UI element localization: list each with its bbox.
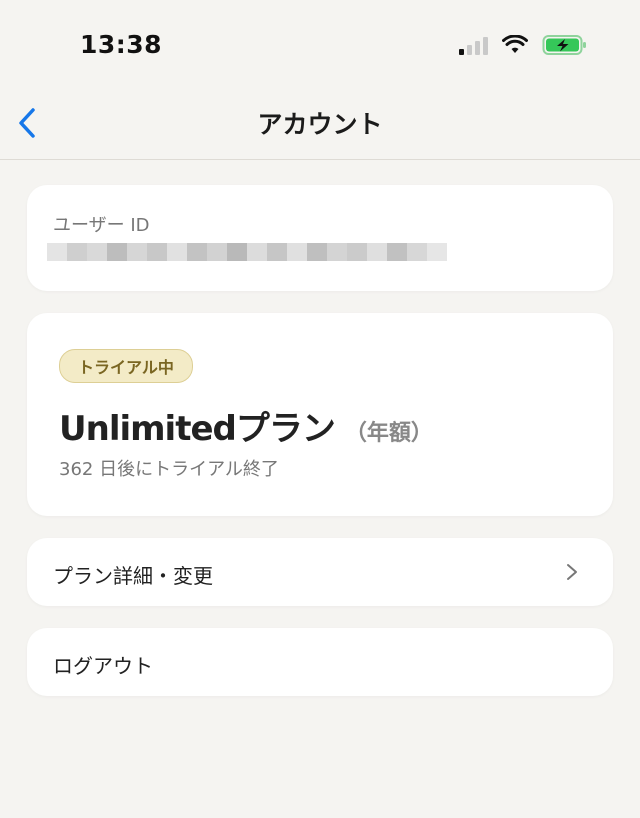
chevron-right-icon [567,564,577,580]
status-bar: 13:38 [0,0,640,95]
battery-charging-icon [542,35,586,55]
user-id-label: ユーザー ID [53,215,150,236]
plan-title: Unlimitedプラン （年額） [59,401,433,450]
wifi-icon [502,35,528,53]
page-title: アカウント [257,110,383,139]
navigation-bar: アカウント [0,95,640,160]
logout-label: ログアウト [53,654,153,678]
trial-status-badge: トライアル中 [59,349,193,383]
logout-button[interactable]: ログアウト [27,628,613,696]
status-time: 13:38 [80,30,163,59]
cellular-signal-icon [459,35,488,55]
plan-card: トライアル中 Unlimitedプラン （年額） 362 日後にトライアル終了 [27,313,613,516]
plan-detail-label: プラン詳細・変更 [53,564,213,588]
plan-billing-period: （年額） [344,421,433,446]
user-id-value-redacted [47,243,447,261]
user-id-card: ユーザー ID [27,185,613,291]
plan-detail-change-button[interactable]: プラン詳細・変更 [27,538,613,606]
status-icons [459,34,588,56]
plan-name: Unlimitedプラン [59,409,336,449]
trial-remaining-text: 362 日後にトライアル終了 [59,459,279,480]
